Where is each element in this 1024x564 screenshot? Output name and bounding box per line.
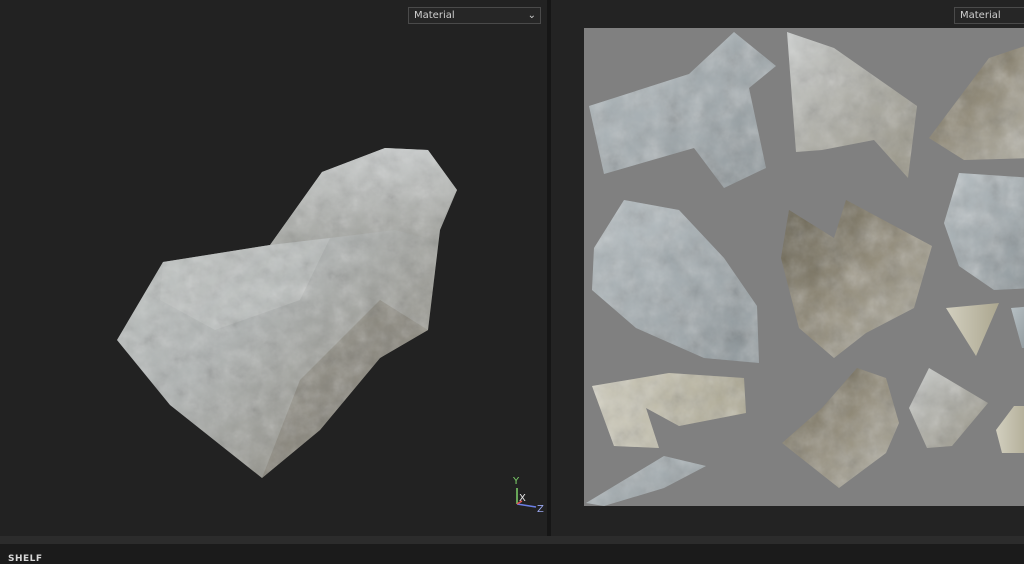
uv-islands — [586, 32, 1024, 506]
axis-x-label: X — [519, 493, 526, 504]
shelf-label: SHELF — [8, 554, 43, 564]
uv-viewport[interactable]: Material — [551, 0, 1024, 536]
3d-viewport[interactable]: Material ⌄ Y X Z — [0, 0, 547, 536]
axis-gizmo: Y X Z — [512, 476, 544, 514]
uv-texture-canvas[interactable] — [584, 28, 1024, 506]
uv-island-group — [586, 32, 1024, 506]
axis-z-label: Z — [537, 504, 544, 514]
shelf-bar[interactable]: SHELF — [0, 544, 1024, 564]
axis-y-label: Y — [512, 476, 520, 487]
right-material-dropdown[interactable]: Material — [954, 7, 1024, 24]
rock-mesh[interactable] — [0, 0, 547, 536]
panel-separator — [0, 536, 1024, 544]
right-material-dropdown-label: Material — [960, 10, 1001, 21]
